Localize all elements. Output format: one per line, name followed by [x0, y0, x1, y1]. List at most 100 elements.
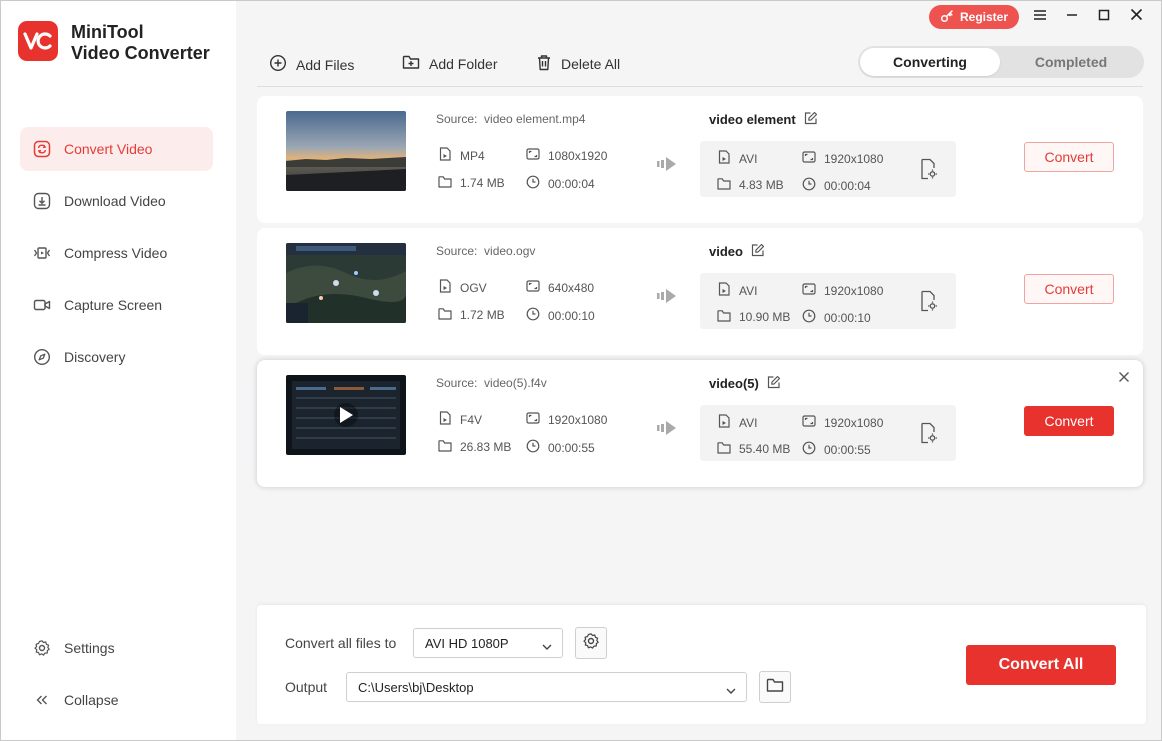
file-card[interactable]: Source: video(5).f4v F4V 1920x1080 26.83…: [257, 360, 1143, 487]
file-card[interactable]: Source: video element.mp4 MP4 1080x1920 …: [257, 96, 1143, 223]
file-video-icon: [717, 150, 731, 167]
folder-icon: [717, 309, 731, 325]
app-title-line2: Video Converter: [71, 43, 210, 63]
resolution-icon: [526, 411, 540, 428]
add-files-button[interactable]: Add Files: [269, 54, 354, 75]
output-duration: 00:00:55: [802, 441, 871, 458]
register-button[interactable]: Register: [929, 5, 1019, 29]
tab-converting[interactable]: Converting: [860, 48, 1000, 76]
output-format: AVI: [717, 150, 757, 167]
output-name-text: video(5): [709, 376, 759, 391]
video-thumbnail: [286, 243, 406, 323]
convert-icon: [33, 140, 51, 158]
browse-folder-button[interactable]: [759, 671, 791, 703]
source-resolution: 1080x1920: [526, 147, 607, 164]
duration-value: 00:00:10: [824, 310, 871, 325]
output-path-value: C:\Users\bj\Desktop: [358, 679, 474, 695]
file-video-icon: [438, 279, 452, 296]
resolution-value: 1080x1920: [548, 148, 608, 163]
file-settings-icon[interactable]: [919, 422, 939, 449]
output-resolution: 1920x1080: [802, 282, 883, 299]
menu-button[interactable]: [1030, 7, 1050, 27]
resolution-value: 1920x1080: [824, 151, 884, 166]
sidebar-item-settings[interactable]: Settings: [20, 626, 213, 670]
format-select-value: AVI HD 1080P: [425, 635, 509, 651]
app-window: MiniTool Video Converter Convert Video D…: [0, 0, 1162, 741]
compass-icon: [33, 348, 51, 366]
sidebar-item-collapse[interactable]: Collapse: [20, 678, 213, 722]
settings-label: Settings: [64, 640, 115, 656]
format-settings-button[interactable]: [575, 627, 607, 659]
folder-icon: [438, 439, 452, 455]
maximize-button[interactable]: [1094, 7, 1114, 27]
output-duration: 00:00:10: [802, 309, 871, 326]
resolution-value: 1920x1080: [548, 412, 608, 427]
duration-value: 00:00:04: [548, 176, 595, 191]
close-window-button[interactable]: [1126, 7, 1146, 27]
convert-button[interactable]: Convert: [1024, 274, 1114, 304]
compress-icon: [33, 244, 51, 262]
play-icon[interactable]: [338, 405, 354, 430]
source-size: 1.74 MB: [438, 175, 505, 191]
source-resolution: 1920x1080: [526, 411, 607, 428]
plus-circle-icon: [269, 54, 287, 75]
output-resolution: 1920x1080: [802, 414, 883, 431]
edit-icon[interactable]: [804, 111, 818, 128]
duration-value: 00:00:55: [548, 440, 595, 455]
edit-icon[interactable]: [767, 375, 781, 392]
minimize-button[interactable]: [1062, 7, 1082, 27]
sidebar-item-convert-video[interactable]: Convert Video: [20, 127, 213, 171]
convert-all-to-label: Convert all files to: [285, 635, 397, 651]
sidebar-item-label: Capture Screen: [64, 297, 163, 313]
format-value: OGV: [460, 280, 487, 295]
format-value: AVI: [739, 283, 758, 298]
size-value: 1.72 MB: [460, 308, 505, 322]
sidebar-item-label: Convert Video: [64, 141, 153, 157]
edit-icon[interactable]: [751, 243, 765, 260]
clock-icon: [526, 175, 540, 192]
convert-button[interactable]: Convert: [1024, 142, 1114, 172]
output-settings-box[interactable]: AVI 1920x1080 4.83 MB 00:00:04: [700, 141, 956, 197]
collapse-label: Collapse: [64, 692, 119, 708]
convert-button[interactable]: Convert: [1024, 406, 1114, 436]
folder-icon: [717, 441, 731, 457]
output-format-select[interactable]: AVI HD 1080P: [413, 628, 563, 658]
sidebar-item-label: Discovery: [64, 349, 126, 365]
trash-icon: [536, 54, 552, 74]
file-settings-icon[interactable]: [919, 158, 939, 185]
output-duration: 00:00:04: [802, 177, 871, 194]
remove-file-icon[interactable]: [1117, 370, 1131, 384]
delete-all-button[interactable]: Delete All: [536, 54, 620, 74]
output-size: 55.40 MB: [717, 441, 790, 457]
source-filename: video element.mp4: [484, 112, 586, 126]
app-title: MiniTool Video Converter: [71, 22, 210, 64]
arrow-right-icon: [657, 288, 677, 309]
output-resolution: 1920x1080: [802, 150, 883, 167]
source-format: MP4: [438, 147, 485, 164]
tab-completed[interactable]: Completed: [1001, 48, 1141, 76]
file-card[interactable]: Source: video.ogv OGV 640x480 1.72 MB 00…: [257, 228, 1143, 355]
output-path-select[interactable]: C:\Users\bj\Desktop: [346, 672, 747, 702]
add-folder-label: Add Folder: [429, 55, 498, 72]
sidebar-item-capture-screen[interactable]: Capture Screen: [20, 283, 213, 327]
folder-icon: [766, 677, 784, 698]
output-settings-box[interactable]: AVI 1920x1080 10.90 MB 00:00:10: [700, 273, 956, 329]
format-value: AVI: [739, 415, 758, 430]
output-settings-box[interactable]: AVI 1920x1080 55.40 MB 00:00:55: [700, 405, 956, 461]
size-value: 1.74 MB: [460, 176, 505, 190]
format-value: MP4: [460, 148, 485, 163]
app-logo: [18, 21, 58, 61]
double-chevron-left-icon: [33, 691, 51, 709]
resolution-icon: [802, 282, 816, 299]
convert-all-button[interactable]: Convert All: [966, 645, 1116, 685]
source-size: 1.72 MB: [438, 307, 505, 323]
gear-icon: [33, 639, 51, 657]
sidebar-item-compress-video[interactable]: Compress Video: [20, 231, 213, 275]
add-folder-button[interactable]: Add Folder: [402, 54, 497, 73]
clock-icon: [802, 441, 816, 458]
output-format: AVI: [717, 414, 757, 431]
file-settings-icon[interactable]: [919, 290, 939, 317]
output-format: AVI: [717, 282, 757, 299]
sidebar-item-download-video[interactable]: Download Video: [20, 179, 213, 223]
sidebar-item-discovery[interactable]: Discovery: [20, 335, 213, 379]
